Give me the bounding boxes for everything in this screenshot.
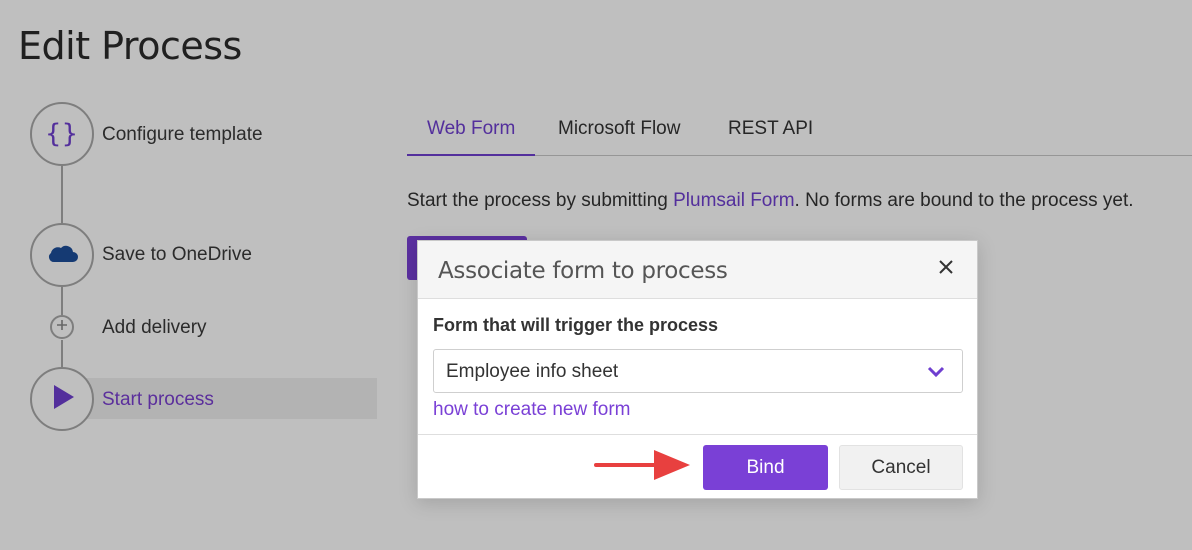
form-select[interactable]: Employee info sheet [433, 349, 963, 393]
annotation-arrow-icon [594, 450, 690, 480]
chevron-down-icon [926, 362, 946, 382]
cancel-button[interactable]: Cancel [839, 445, 963, 490]
close-button[interactable] [935, 258, 957, 280]
associate-form-dialog: Associate form to process Form that will… [417, 240, 978, 499]
form-select-value: Employee info sheet [446, 361, 619, 382]
bind-button[interactable]: Bind [703, 445, 828, 490]
dialog-title: Associate form to process [438, 258, 728, 284]
close-icon [939, 259, 953, 279]
edit-process-page: Edit Process {} Configure template Save … [0, 0, 1192, 550]
dialog-footer: Bind Cancel [418, 434, 977, 500]
dialog-header: Associate form to process [418, 241, 977, 299]
form-field-label: Form that will trigger the process [433, 315, 719, 335]
create-form-help-link[interactable]: how to create new form [433, 399, 630, 421]
